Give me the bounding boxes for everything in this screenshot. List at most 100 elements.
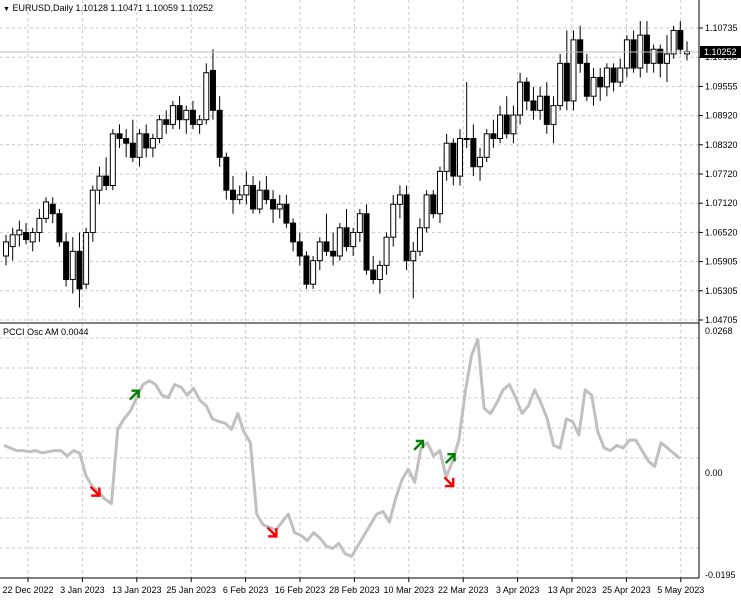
candle — [483, 133, 490, 158]
candle — [477, 156, 484, 168]
price-label: 1.06520 — [705, 227, 738, 237]
candle — [156, 119, 163, 140]
price-label: 1.07720 — [705, 169, 738, 179]
candle — [517, 81, 524, 116]
candle — [123, 138, 130, 144]
candle — [443, 142, 450, 172]
candle — [236, 194, 243, 201]
candle — [330, 250, 337, 257]
candle — [69, 250, 76, 280]
candle — [223, 156, 230, 191]
price-label: 1.08920 — [705, 111, 738, 121]
candles — [3, 21, 690, 308]
candle — [436, 170, 443, 215]
dropdown-icon[interactable]: ▼ — [3, 6, 10, 13]
trading-chart[interactable]: 1.107351.101551.095551.089201.083201.077… — [0, 0, 741, 600]
candle — [76, 250, 83, 290]
current-price-label: 1.10252 — [704, 47, 737, 57]
candle — [216, 109, 223, 158]
candle — [9, 234, 16, 248]
candle — [209, 69, 216, 111]
symbol-header[interactable]: ▼ EURUSD,Daily 1.10128 1.10471 1.10059 1… — [3, 3, 213, 13]
candle — [463, 138, 470, 141]
oscillator-label: -0.0195 — [705, 570, 736, 580]
candle — [657, 48, 664, 64]
candle — [470, 138, 477, 168]
candle — [543, 95, 550, 125]
candle — [603, 67, 610, 88]
candle — [550, 105, 557, 125]
candle — [390, 203, 397, 238]
candle — [510, 114, 517, 135]
candle — [450, 142, 457, 177]
candle — [310, 260, 317, 285]
candle — [617, 67, 624, 83]
candle — [250, 184, 257, 210]
candle — [537, 95, 544, 111]
candle — [3, 241, 9, 257]
time-label: 28 Feb 2023 — [329, 585, 380, 595]
candle — [189, 109, 196, 125]
time-scale[interactable]: 22 Dec 2022 3 Jan 2023 13 Jan 2023 25 Jan 2… — [2, 578, 704, 595]
indicator-header[interactable]: PCCI Osc AM 0.0044 — [3, 327, 89, 337]
candle — [323, 241, 330, 252]
time-label: 5 May 2023 — [657, 585, 704, 595]
candle — [350, 231, 357, 248]
candle — [196, 119, 203, 125]
candle — [570, 39, 577, 102]
time-label: 22 Mar 2023 — [438, 585, 489, 595]
oscillator-scale[interactable]: 0.0268 0.00 -0.0195 — [705, 326, 736, 580]
signal-arrows — [89, 389, 456, 538]
candle — [169, 105, 176, 125]
candle — [303, 255, 310, 285]
oscillator — [3, 338, 681, 558]
candle — [16, 229, 23, 236]
candle — [630, 39, 637, 69]
candle — [270, 199, 277, 210]
candle — [343, 227, 350, 248]
candle — [370, 269, 377, 280]
candle — [523, 81, 530, 102]
price-scale[interactable]: 1.107351.101551.095551.089201.083201.077… — [699, 23, 738, 325]
candle — [103, 175, 110, 186]
candle — [116, 133, 123, 140]
candle — [109, 133, 116, 186]
candle — [263, 189, 270, 201]
price-label: 1.07120 — [705, 198, 738, 208]
candle — [143, 133, 150, 149]
candle — [283, 203, 290, 224]
candle — [56, 213, 63, 243]
candle — [563, 62, 570, 102]
price-label: 1.09555 — [705, 81, 738, 91]
candle — [497, 114, 504, 140]
time-label: 3 Apr 2023 — [496, 585, 540, 595]
candle — [163, 119, 170, 125]
candle — [49, 203, 56, 215]
candle — [590, 76, 597, 97]
price-label: 1.05905 — [705, 257, 738, 267]
candle — [63, 241, 70, 280]
candle — [36, 217, 43, 233]
candle — [597, 76, 604, 88]
price-label: 1.04705 — [705, 315, 738, 325]
candle — [176, 105, 183, 121]
candle — [183, 109, 190, 121]
price-label: 1.10735 — [705, 23, 738, 33]
candle — [96, 175, 103, 191]
candle — [230, 189, 236, 201]
candle — [650, 48, 657, 64]
candle — [83, 231, 90, 285]
candle — [23, 231, 30, 241]
candle — [430, 194, 437, 215]
candle — [203, 72, 210, 121]
price-label: 1.08320 — [705, 140, 738, 150]
candle — [296, 241, 303, 257]
candle — [610, 67, 617, 83]
chart-canvas[interactable]: 1.107351.101551.095551.089201.083201.077… — [0, 0, 741, 600]
time-label: 25 Jan 2023 — [166, 585, 216, 595]
candle — [583, 62, 590, 97]
time-label: 6 Feb 2023 — [223, 585, 269, 595]
candle — [43, 201, 50, 219]
candle — [416, 227, 423, 252]
candle — [663, 53, 670, 64]
